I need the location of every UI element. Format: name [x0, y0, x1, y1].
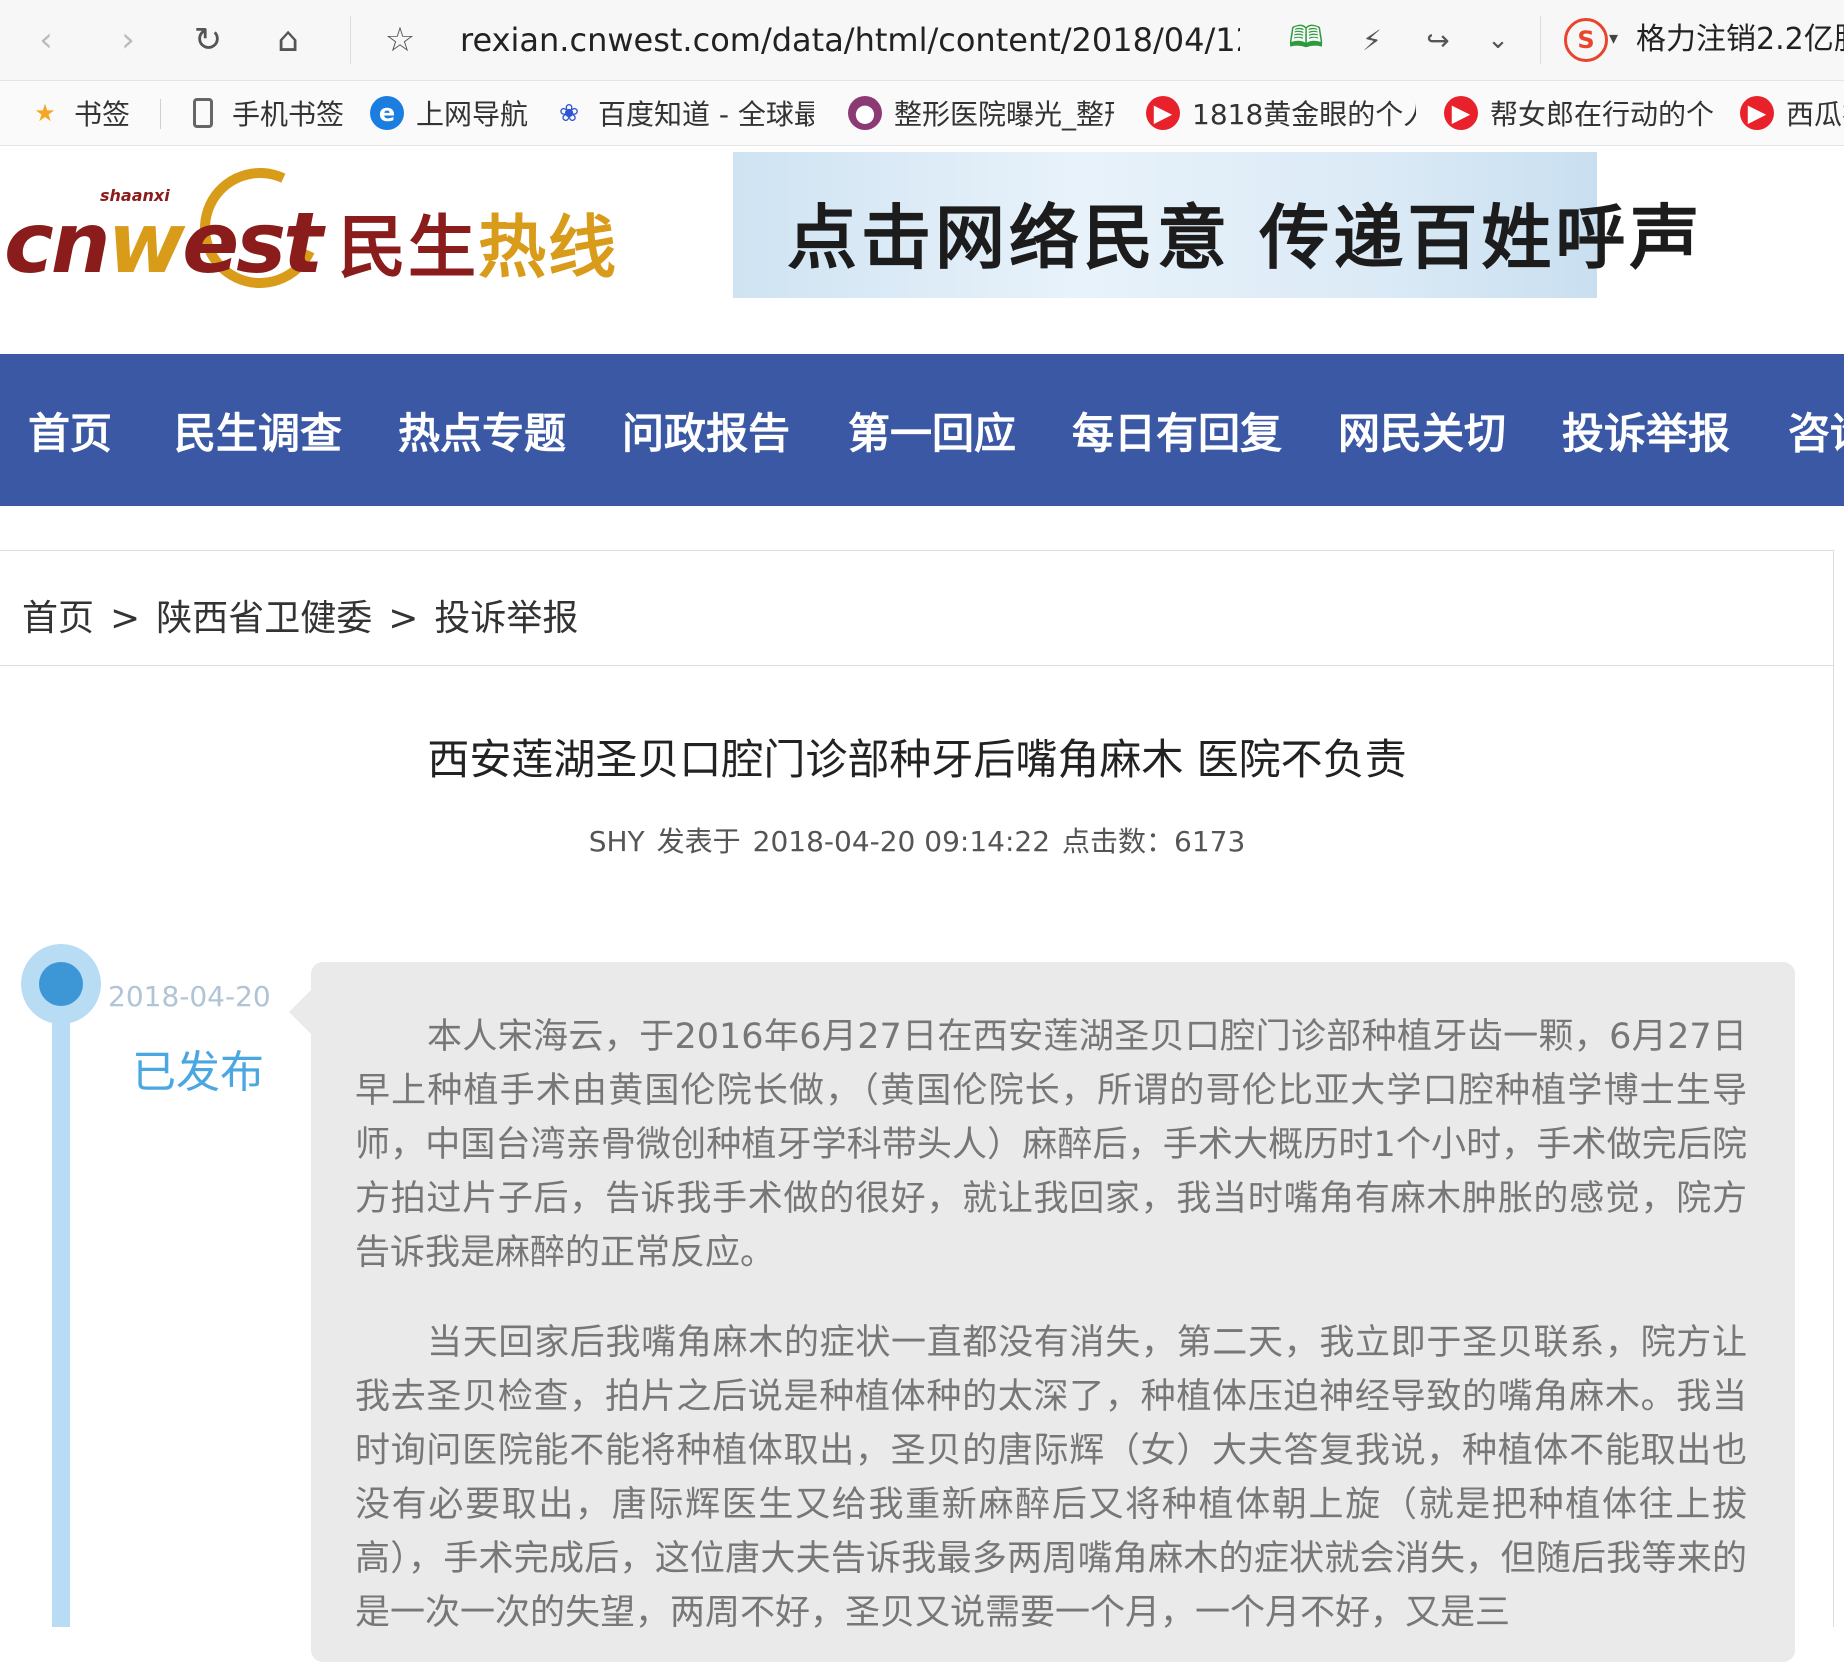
breadcrumb-home[interactable]: 首页 [22, 598, 94, 639]
share-icon[interactable]: ↪ [1412, 14, 1464, 66]
reader-mode-icon[interactable]: 🕮 [1280, 14, 1332, 66]
content-pointer [289, 988, 313, 1036]
sogou-icon[interactable]: S [1564, 18, 1608, 62]
bookmark-label: 百度知道 - 全球最 [598, 98, 814, 131]
timeline-status: 已发布 [132, 1047, 264, 1098]
back-icon[interactable]: ‹ [20, 14, 72, 66]
home-icon[interactable]: ⌂ [262, 14, 314, 66]
nav-item-complaints[interactable]: 投诉举报 [1562, 400, 1730, 461]
nav-item-topics[interactable]: 热点专题 [398, 400, 566, 461]
bookmark-item[interactable]: ▶ 1818黄金眼的个人 [1146, 91, 1416, 135]
bookmarks-bar: ★ 书签 手机书签 e 上网导航 ❀ 百度知道 - 全球最 ● 整形医院曝光_整… [0, 81, 1844, 146]
article-datetime: 2018-04-20 09:14:22 [752, 825, 1051, 858]
timeline-date: 2018-04-20 [108, 980, 271, 1013]
browser-toolbar: ‹ › ↻ ⌂ ☆ rexian.cnwest.com/data/html/co… [0, 0, 1844, 81]
lightning-icon[interactable]: ⚡ [1346, 14, 1398, 66]
ie-icon: e [370, 96, 404, 130]
article-title: 西安莲湖圣贝口腔门诊部种牙后嘴角麻木 医院不负责 [427, 735, 1407, 784]
bookmark-divider [160, 99, 161, 129]
nav-item-reports[interactable]: 问政报告 [622, 400, 790, 461]
star-icon: ★ [34, 99, 56, 127]
bookmark-item[interactable]: ❀ 百度知道 - 全球最 [552, 91, 814, 135]
bookmark-label: 帮女郎在行动的个 [1490, 98, 1714, 131]
clinic-logo-icon: ● [848, 96, 882, 130]
click-count: 6173 [1174, 825, 1246, 858]
banner-slogan: 点击网络民意 传递百姓呼声 [787, 196, 1704, 279]
forward-icon[interactable]: › [102, 14, 154, 66]
clicks-label: 点击数： [1062, 825, 1175, 858]
article-paragraph: 当天回家后我嘴角麻木的症状一直都没有消失，第二天，我立即于圣贝联系，院方让我去圣… [355, 1323, 1747, 1633]
bookmark-item[interactable]: e 上网导航 [370, 91, 528, 135]
nav-item-consult[interactable]: 咨询 [1788, 400, 1844, 461]
bookmark-label: 书签 [74, 98, 131, 131]
toolbar-divider [350, 16, 351, 64]
weibo-red-icon: ▶ [1740, 96, 1774, 130]
nav-item-home[interactable]: 首页 [28, 400, 112, 461]
address-bar[interactable]: rexian.cnwest.com/data/html/content/2018… [460, 18, 1240, 62]
reload-icon[interactable]: ↻ [182, 14, 234, 66]
weibo-red-icon: ▶ [1146, 96, 1180, 130]
baidu-paw-icon: ❀ [558, 99, 580, 127]
logo-latin: cnwest [4, 194, 323, 292]
main-nav: 首页 民生调查 热点专题 问政报告 第一回应 每日有回复 网民关切 投诉举报 咨… [0, 354, 1844, 506]
bookmark-label: 上网导航 [416, 98, 529, 131]
article-author: SHY [588, 825, 645, 858]
breadcrumb-category[interactable]: 投诉举报 [434, 598, 578, 639]
phone-icon [186, 96, 220, 130]
timeline-dot [39, 962, 83, 1006]
article-paragraph: 本人宋海云，于2016年6月27日在西安莲湖圣贝口腔门诊部种植牙齿一颗，6月27… [355, 1017, 1747, 1273]
nav-item-survey[interactable]: 民生调查 [174, 400, 342, 461]
nav-item-daily-reply[interactable]: 每日有回复 [1072, 400, 1282, 461]
bookmark-label: 1818黄金眼的个人 [1192, 98, 1416, 131]
breadcrumb-section[interactable]: 陕西省卫健委 [156, 598, 372, 639]
chevron-down-icon[interactable]: ⌄ [1472, 14, 1524, 66]
breadcrumb-separator: > [388, 598, 419, 639]
bookmark-item[interactable]: ● 整形医院曝光_整形 [848, 91, 1114, 135]
weibo-red-icon: ▶ [1444, 96, 1478, 130]
content-border [1833, 666, 1834, 1627]
posted-label: 发表于 [656, 825, 741, 858]
logo-cn-part: 热线 [478, 209, 619, 288]
site-logo[interactable]: shaanxi cnwest 民生热线 [0, 151, 620, 305]
breadcrumb-separator: > [110, 598, 141, 639]
logo-chinese: 民生热线 [338, 192, 618, 291]
news-ticker[interactable]: 格力注销2.2亿股 [1636, 18, 1844, 62]
logo-cn-part: 民生 [338, 209, 479, 288]
breadcrumb-trail: 首页 > 陕西省卫健委 > 投诉举报 [22, 589, 578, 641]
bookmark-label: 手机书签 [232, 98, 345, 131]
bookmark-label: 整形医院曝光_整形 [894, 98, 1114, 131]
nav-item-netizen-concern[interactable]: 网民关切 [1338, 400, 1506, 461]
bookmark-label: 西瓜视 [1786, 98, 1844, 131]
header-banner[interactable]: 点击网络民意 传递百姓呼声 [733, 152, 1699, 298]
timeline-line [52, 990, 70, 1627]
bookmark-item[interactable]: ★ 书签 [28, 91, 130, 135]
article-meta: SHY 发表于 2018-04-20 09:14:22 点击数：6173 [0, 820, 1834, 860]
bookmark-item[interactable]: ▶ 帮女郎在行动的个 [1444, 91, 1714, 135]
bookmark-item[interactable]: 手机书签 [186, 91, 344, 135]
toolbar-divider [1540, 16, 1541, 64]
nav-item-first-response[interactable]: 第一回应 [848, 400, 1016, 461]
bookmark-item[interactable]: ▶ 西瓜视 [1740, 91, 1844, 135]
caret-down-icon[interactable]: ▾ [1609, 28, 1618, 49]
breadcrumb: 首页 > 陕西省卫健委 > 投诉举报 [0, 550, 1834, 666]
favorite-star-icon[interactable]: ☆ [374, 14, 426, 66]
